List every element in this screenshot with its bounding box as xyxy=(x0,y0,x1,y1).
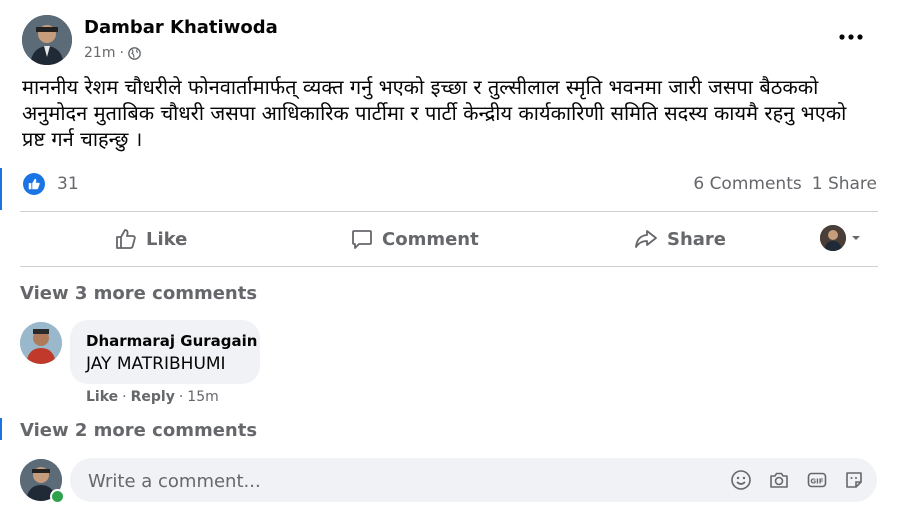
chevron-down-icon xyxy=(852,236,860,240)
share-arrow-icon xyxy=(635,230,657,248)
view-more-comments-link[interactable]: View 2 more comments xyxy=(20,420,257,441)
comment-reply-link[interactable]: Reply xyxy=(131,389,175,405)
share-button-label: Share xyxy=(667,228,727,250)
comment-bubble-icon xyxy=(352,230,372,249)
meta-separator: · xyxy=(119,45,124,61)
svg-text:GIF: GIF xyxy=(810,478,823,486)
commenter-name[interactable]: Dharmaraj Guragain xyxy=(86,332,257,350)
comment-actions-separator: · xyxy=(178,389,184,405)
view-more-comments-link[interactable]: View 3 more comments xyxy=(20,283,257,304)
online-status-dot xyxy=(50,489,65,504)
post-author-avatar[interactable] xyxy=(22,15,72,65)
globe-icon xyxy=(128,46,141,60)
post-stats: 6 Comments 1 Share xyxy=(693,174,877,194)
post-author-name[interactable]: Dambar Khatiwoda xyxy=(84,17,278,38)
avatar-photo xyxy=(22,15,72,65)
thumbs-up-outline-icon xyxy=(116,229,136,249)
divider xyxy=(20,211,878,212)
like-reaction-icon[interactable] xyxy=(23,173,45,195)
comment-text: JAY MATRIBHUMI xyxy=(86,354,226,374)
comments-count-link[interactable]: 6 Comments xyxy=(693,174,801,194)
comment-button[interactable]: Comment xyxy=(350,222,479,256)
emoji-icon[interactable] xyxy=(730,469,752,491)
share-button[interactable]: Share xyxy=(633,222,726,256)
react-as-avatar xyxy=(820,225,846,251)
camera-icon[interactable] xyxy=(768,469,790,491)
comment-composer[interactable]: GIF xyxy=(70,458,877,504)
like-button[interactable]: Like xyxy=(114,222,187,256)
feed-edge-accent xyxy=(0,418,2,440)
commenter-avatar[interactable] xyxy=(20,322,62,364)
comment-actions-separator: · xyxy=(122,389,127,405)
comment-input[interactable] xyxy=(86,458,690,504)
comment-button-label: Comment xyxy=(382,228,479,250)
comment-like-link[interactable]: Like xyxy=(86,389,118,405)
feed-edge-accent xyxy=(0,168,2,210)
gif-icon[interactable]: GIF xyxy=(806,469,828,491)
comment-actions: Like · Reply · 15m xyxy=(86,389,219,405)
react-as-selector[interactable] xyxy=(820,225,862,251)
thumbs-up-icon xyxy=(28,178,40,190)
like-count[interactable]: 31 xyxy=(57,174,79,194)
shares-count-link[interactable]: 1 Share xyxy=(812,174,877,194)
avatar-photo xyxy=(20,322,62,364)
more-options-button[interactable] xyxy=(838,30,868,50)
sticker-icon[interactable] xyxy=(843,469,865,491)
post-meta: 21m · xyxy=(84,45,141,61)
post-time[interactable]: 21m xyxy=(84,45,115,61)
comment-bubble: Dharmaraj Guragain JAY MATRIBHUMI xyxy=(70,320,260,384)
divider xyxy=(20,266,878,267)
comment-time[interactable]: 15m xyxy=(187,389,218,405)
more-options-icon xyxy=(839,34,863,40)
avatar-photo xyxy=(820,225,846,251)
like-button-label: Like xyxy=(146,228,188,250)
post-body-text: माननीय रेशम चौधरीले फोनवार्तामार्फत् व्य… xyxy=(22,75,847,151)
